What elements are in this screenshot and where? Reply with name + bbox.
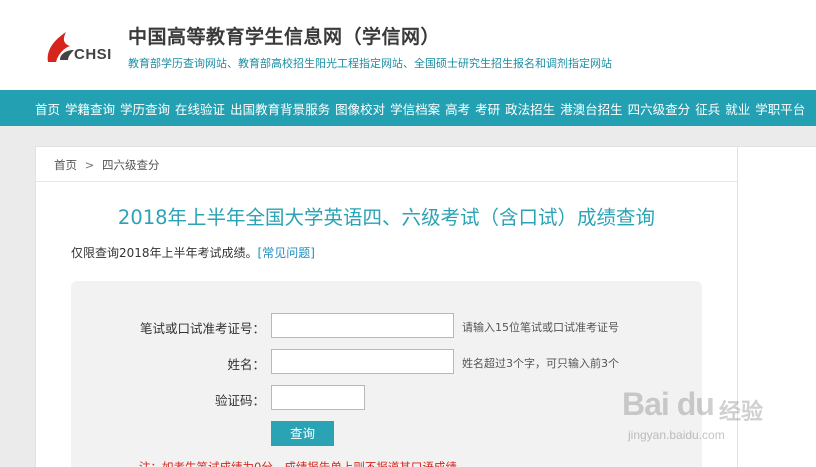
watermark-brand: Bai du [622, 386, 715, 422]
name-hint: 姓名超过3个字，可只输入前3个 [462, 357, 619, 370]
ticket-number-input[interactable] [271, 313, 454, 338]
name-label: 姓名： [227, 357, 265, 372]
watermark-product: 经验 [719, 400, 764, 425]
nav-item[interactable]: 四六级查分 [628, 99, 691, 118]
breadcrumb-current: 四六级查分 [101, 158, 160, 172]
captcha-input[interactable] [271, 385, 365, 410]
breadcrumb-home[interactable]: 首页 [54, 158, 77, 172]
main-nav: 首页 学籍查询 学历查询 在线验证 出国教育背景服务 图像校对 学信档案 高考 考研 政法招生 港澳… [0, 90, 816, 126]
ticket-hint: 请输入15位笔试或口试准考证号 [462, 321, 619, 334]
watermark-url: jingyan.baidu.com [628, 428, 725, 442]
nav-item[interactable]: 学信档案 [390, 99, 440, 118]
chsi-flame-icon [47, 32, 74, 62]
faq-link[interactable]: [常见问题] [258, 246, 315, 260]
score-warning: 注：如考生笔试成绩为0分，成绩报告单上则不报道其口语成绩 [139, 460, 457, 467]
site-subtitle: 教育部学历查询网站、教育部高校招生阳光工程指定网站、全国硕士研究生招生报名和调剂… [128, 57, 612, 70]
captcha-row: 验证码： [71, 385, 702, 411]
site-title: 中国高等教育学生信息网（学信网） [128, 26, 441, 48]
nav-item[interactable]: 就业 [725, 99, 750, 118]
nav-item[interactable]: 政法招生 [505, 99, 555, 118]
chsi-logo[interactable]: CHSI [44, 26, 124, 70]
breadcrumb-divider [36, 181, 737, 182]
captcha-label: 验证码： [214, 393, 265, 408]
site-header: CHSI 中国高等教育学生信息网（学信网） 教育部学历查询网站、教育部高校招生阳… [0, 0, 816, 90]
logo-text: CHSI [74, 46, 112, 63]
query-form: 笔试或口试准考证号： 请输入15位笔试或口试准考证号 姓名： 姓名超过3个字，可… [71, 281, 702, 467]
name-row: 姓名： 姓名超过3个字，可只输入前3个 [71, 349, 702, 375]
nav-item[interactable]: 港澳台招生 [560, 99, 623, 118]
breadcrumb: 首页 > 四六级查分 [54, 157, 159, 173]
nav-item[interactable]: 学历查询 [120, 99, 170, 118]
baidu-jingyan-watermark: Bai du 经验 jingyan.baidu.com [612, 386, 812, 466]
nav-item[interactable]: 图像校对 [335, 99, 385, 118]
nav-item[interactable]: 征兵 [695, 99, 720, 118]
breadcrumb-separator: > [84, 158, 95, 172]
query-button[interactable]: 查询 [271, 421, 334, 446]
nav-items: 首页 学籍查询 学历查询 在线验证 出国教育背景服务 图像校对 学信档案 高考 考研 政法招生 港澳… [35, 90, 810, 126]
nav-item[interactable]: 学职平台 [755, 99, 805, 118]
nav-item[interactable]: 高考 [445, 99, 470, 118]
notice: 仅限查询2018年上半年考试成绩。[常见问题] [71, 244, 315, 261]
page-title: 2018年上半年全国大学英语四、六级考试（含口试）成绩查询 [117, 206, 656, 229]
name-input[interactable] [271, 349, 454, 374]
notice-text: 仅限查询2018年上半年考试成绩。 [71, 246, 258, 260]
nav-item[interactable]: 首页 [35, 99, 60, 118]
ticket-label: 笔试或口试准考证号： [139, 321, 265, 336]
ticket-row: 笔试或口试准考证号： 请输入15位笔试或口试准考证号 [71, 313, 702, 339]
nav-item[interactable]: 出国教育背景服务 [230, 99, 330, 118]
nav-item[interactable]: 考研 [475, 99, 500, 118]
nav-item[interactable]: 在线验证 [175, 99, 225, 118]
nav-item[interactable]: 学籍查询 [65, 99, 115, 118]
